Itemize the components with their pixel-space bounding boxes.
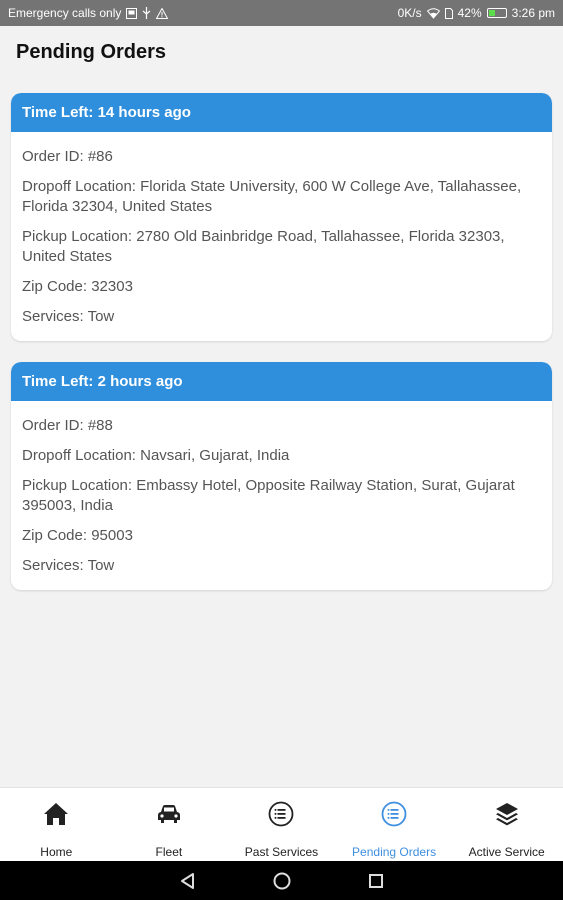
nav-past-services[interactable]: Past Services: [225, 788, 338, 861]
bottom-navigation: Home Fleet Past Services Pending Orders …: [0, 787, 563, 861]
nav-home[interactable]: Home: [0, 788, 113, 861]
order-card[interactable]: Time Left: 2 hours ago Order ID: #88 Dro…: [11, 362, 552, 590]
nav-past-services-label: Past Services: [244, 845, 319, 859]
carrier-status-text: Emergency calls only: [8, 6, 122, 20]
order-details: Order ID: #88 Dropoff Location: Navsari,…: [11, 401, 552, 590]
nav-home-label: Home: [40, 845, 73, 859]
zip-code: Zip Code: 95003: [22, 527, 133, 544]
nav-fleet-label: Fleet: [155, 845, 183, 859]
status-left: Emergency calls only: [8, 6, 169, 20]
order-card[interactable]: Time Left: 14 hours ago Order ID: #86 Dr…: [11, 93, 552, 341]
services: Services: Tow: [22, 308, 115, 325]
battery-icon: [486, 8, 507, 18]
pickup-location: Pickup Location: 2780 Old Bainbridge Roa…: [22, 228, 505, 265]
nav-active-service[interactable]: Active Service: [450, 788, 563, 861]
order-id: Order ID: #86: [22, 148, 113, 165]
sim-icon: [444, 7, 453, 19]
clock: 3:26 pm: [511, 6, 555, 20]
nav-pending-orders[interactable]: Pending Orders: [338, 788, 451, 861]
system-navigation-bar: [0, 861, 563, 900]
nav-fleet[interactable]: Fleet: [113, 788, 226, 861]
home-circle-icon[interactable]: [270, 869, 294, 893]
dropoff-location: Dropoff Location: Navsari, Gujarat, Indi…: [22, 447, 290, 464]
list-circle-icon: [381, 801, 407, 827]
dropoff-location: Dropoff Location: Florida State Universi…: [22, 178, 522, 215]
network-speed: 0K/s: [397, 6, 422, 20]
battery-percent: 42%: [457, 6, 482, 20]
nav-active-service-label: Active Service: [468, 845, 545, 859]
usb-icon: [142, 7, 151, 19]
wifi-icon: [426, 7, 440, 19]
order-id: Order ID: #88: [22, 417, 113, 434]
services: Services: Tow: [22, 557, 115, 574]
time-left-header: Time Left: 2 hours ago: [11, 362, 552, 401]
nav-pending-orders-label: Pending Orders: [352, 845, 437, 859]
status-right: 0K/s 42% 3:26 pm: [398, 6, 555, 20]
page-title: Pending Orders: [16, 41, 167, 63]
warning-icon: [156, 7, 169, 19]
layers-icon: [494, 801, 520, 827]
order-details: Order ID: #86 Dropoff Location: Florida …: [11, 132, 552, 341]
status-bar: Emergency calls only 0K/s 42% 3:26 pm: [0, 0, 563, 26]
pickup-location: Pickup Location: Embassy Hotel, Opposite…: [22, 477, 515, 514]
recents-icon[interactable]: [364, 869, 388, 893]
battery-level-fill: [488, 10, 496, 16]
image-notification-icon: [126, 7, 138, 19]
orders-list: Time Left: 14 hours ago Order ID: #86 Dr…: [11, 93, 552, 611]
zip-code: Zip Code: 32303: [22, 278, 133, 295]
home-icon: [43, 801, 69, 827]
list-circle-icon: [268, 801, 294, 827]
back-icon[interactable]: [176, 869, 200, 893]
time-left-header: Time Left: 14 hours ago: [11, 93, 552, 132]
car-icon: [156, 801, 182, 827]
